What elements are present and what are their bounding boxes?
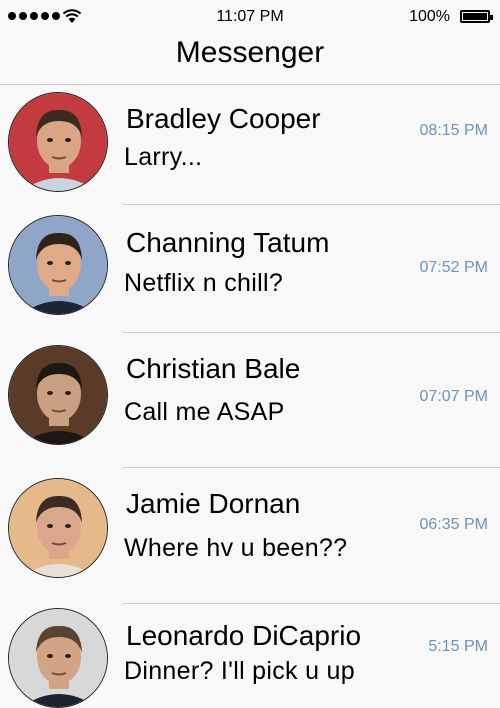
contact-name: Leonardo DiCaprio (126, 620, 362, 651)
message-preview: Netflix n chill? (124, 269, 284, 297)
battery-percent: 100% (409, 8, 450, 25)
conversation-row[interactable]: Jamie Dornan Where hv u been?? 06:35 PM (0, 468, 500, 604)
avatar[interactable] (8, 215, 108, 315)
message-timestamp: 07:52 PM (419, 259, 488, 276)
avatar[interactable] (8, 478, 108, 578)
avatar[interactable] (8, 345, 108, 445)
conversation-list: Bradley Cooper Larry... 08:15 PM Channing T… (0, 85, 500, 708)
contact-name: Jamie Dornan (126, 488, 301, 519)
conversation-row[interactable]: Leonardo DiCaprio Dinner? I'll pick u up 5… (0, 604, 500, 708)
contact-name: Bradley Cooper (126, 103, 321, 134)
page-title: Messenger (175, 36, 325, 69)
contact-name: Channing Tatum (126, 227, 330, 258)
status-bar: 11:07 PM 100% (0, 0, 500, 34)
conversation-row[interactable]: Christian Bale Call me ASAP 07:07 PM (0, 333, 500, 468)
message-preview: Dinner? I'll pick u up (124, 657, 355, 685)
message-timestamp: 07:07 PM (419, 388, 488, 405)
message-timestamp: 5:15 PM (428, 638, 488, 655)
message-preview: Where hv u been?? (124, 534, 348, 562)
conversation-row[interactable]: Channing Tatum Netflix n chill? 07:52 PM (0, 205, 500, 333)
message-timestamp: 06:35 PM (419, 516, 488, 533)
battery-icon (460, 10, 493, 23)
avatar[interactable] (8, 608, 108, 708)
contact-name: Christian Bale (126, 353, 301, 384)
message-preview: Larry... (124, 143, 203, 171)
avatar[interactable] (8, 92, 108, 192)
message-preview: Call me ASAP (124, 398, 285, 426)
message-timestamp: 08:15 PM (419, 122, 488, 139)
conversation-row[interactable]: Bradley Cooper Larry... 08:15 PM (0, 85, 500, 205)
